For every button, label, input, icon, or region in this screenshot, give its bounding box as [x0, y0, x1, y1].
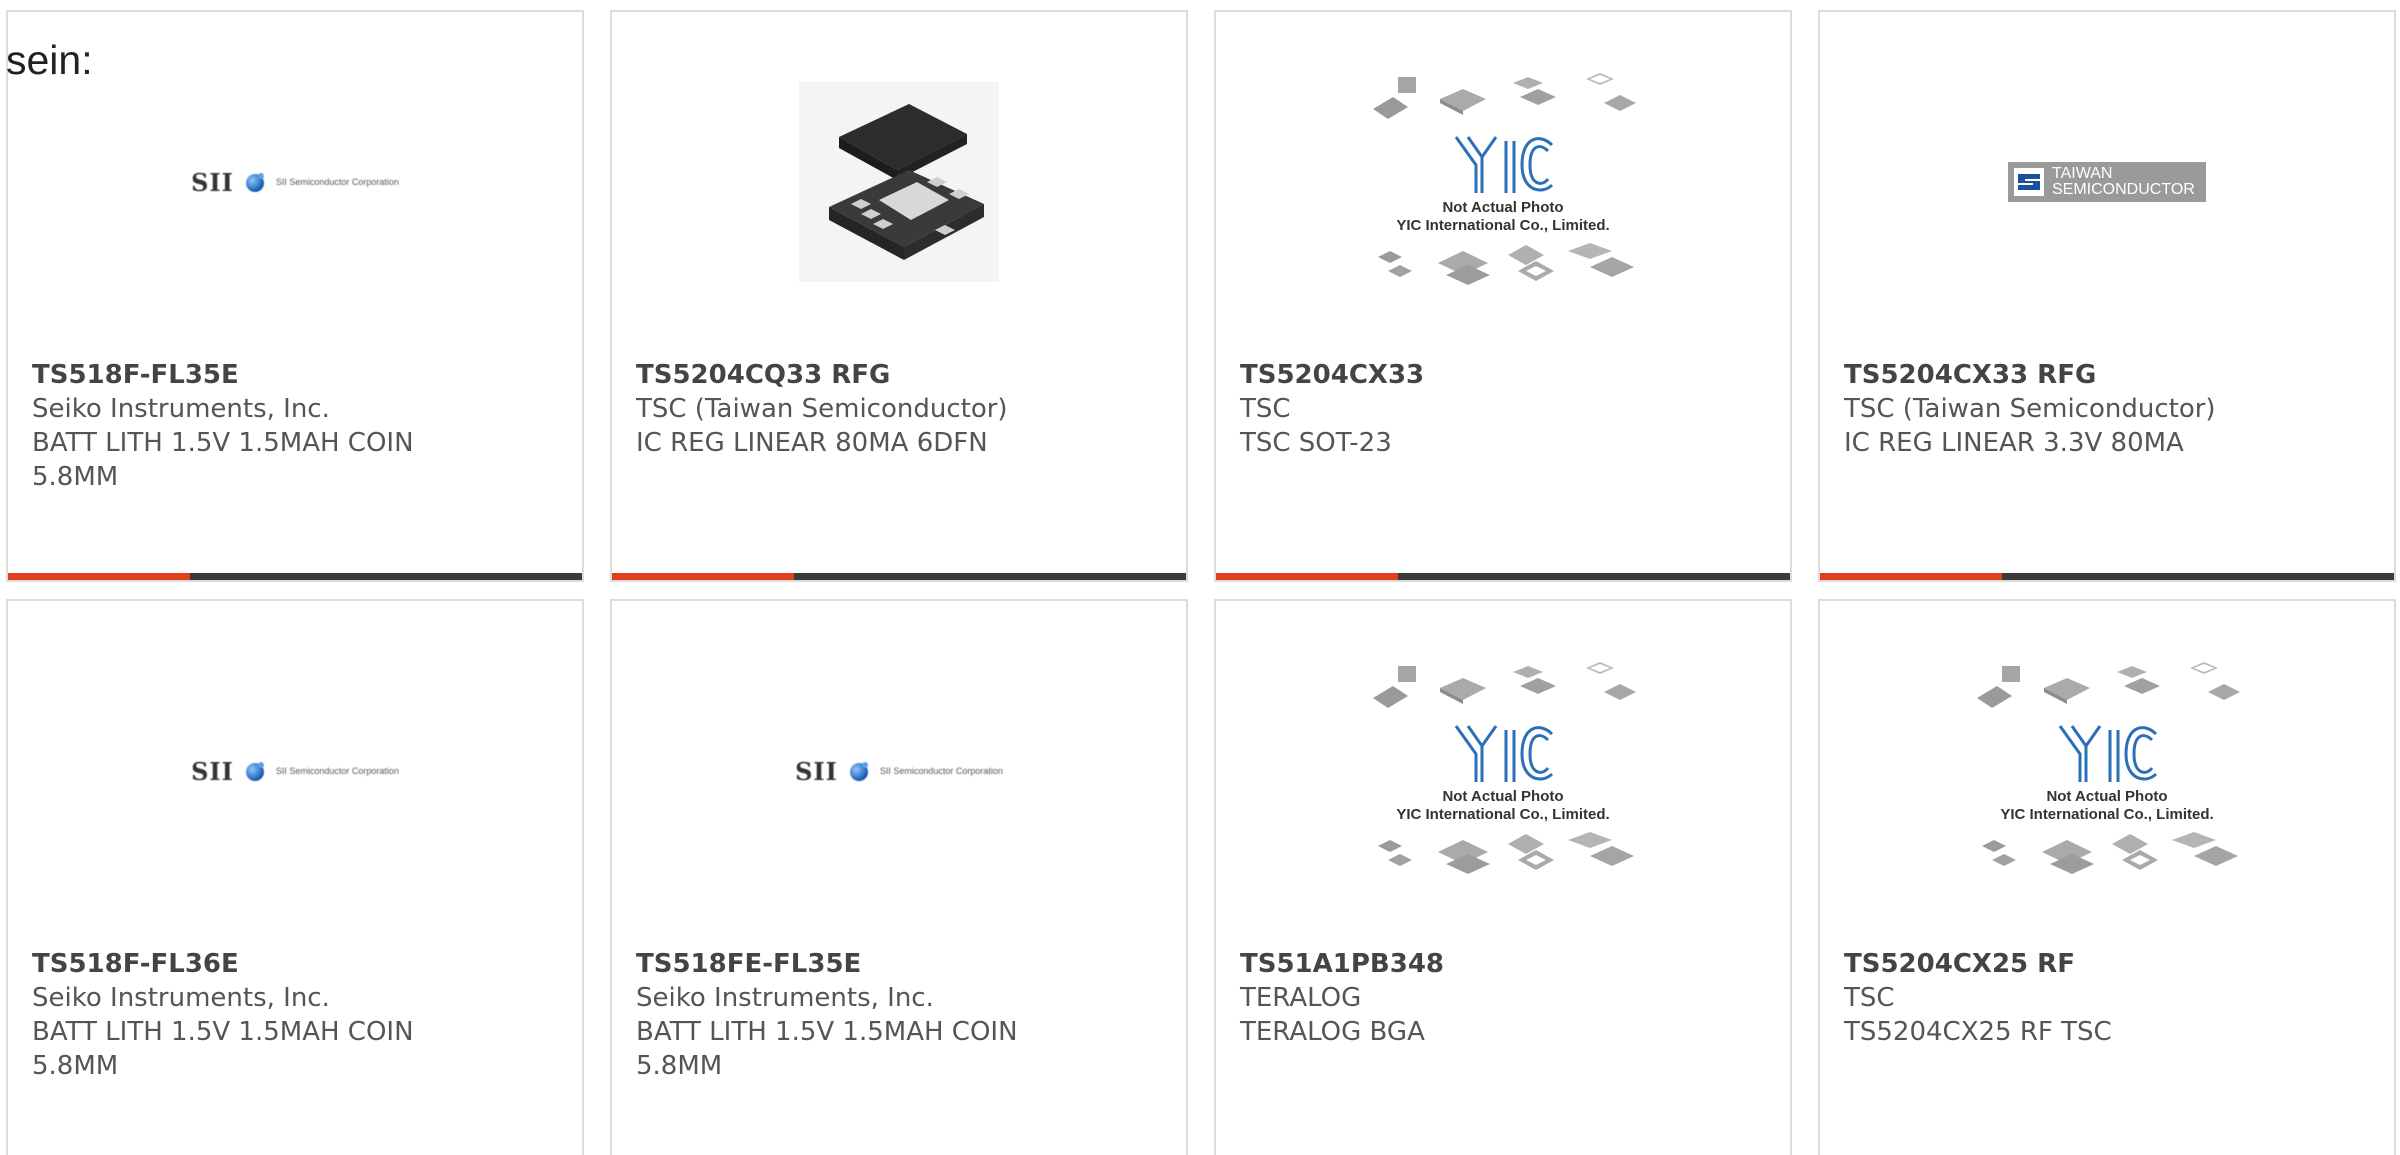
sii-corp-name: SII Semiconductor Corporation — [275, 177, 399, 187]
tsc-mark-icon — [2014, 168, 2044, 196]
product-card[interactable]: Not Actual Photo YIC International Co., … — [1214, 599, 1792, 1155]
product-part-number[interactable]: TS51A1PB348 — [1240, 947, 1770, 981]
product-image[interactable]: Not Actual Photo YIC International Co., … — [1216, 12, 1790, 352]
product-card[interactable]: SII SII Semiconductor Corporation TS518F… — [6, 599, 584, 1155]
chip-packages-bottom — [1378, 243, 1634, 285]
card-accent-bar — [1216, 573, 1398, 580]
product-image[interactable]: SII SII Semiconductor Corporation — [8, 601, 582, 941]
card-accent-bar — [1820, 573, 2002, 580]
product-part-number[interactable]: TS518F-FL36E — [32, 947, 562, 981]
yic-placeholder-image: Not Actual Photo YIC International Co., … — [1368, 69, 1638, 295]
product-part-number[interactable]: TS5204CX33 — [1240, 358, 1770, 392]
yic-placeholder-image: Not Actual Photo YIC International Co., … — [1972, 658, 2242, 884]
product-info: TS518F-FL36E Seiko Instruments, Inc. BATT … — [32, 947, 562, 1083]
product-info: TS518F-FL35E Seiko Instruments, Inc. BATT … — [32, 358, 562, 494]
product-manufacturer: Seiko Instruments, Inc. — [32, 983, 330, 1013]
product-description-cont: 5.8MM — [32, 462, 119, 492]
product-card[interactable]: TS5204CQ33 RFG TSC (Taiwan Semiconductor)… — [610, 10, 1188, 582]
product-image[interactable] — [612, 12, 1186, 352]
sii-corp-name: SII Semiconductor Corporation — [879, 766, 1003, 776]
product-image[interactable]: Not Actual Photo YIC International Co., … — [1216, 601, 1790, 941]
product-part-number[interactable]: TS5204CX25 RF — [1844, 947, 2374, 981]
product-description-cont: 5.8MM — [636, 1051, 723, 1081]
tsc-logo-text: TAIWAN SEMICONDUCTOR — [2052, 165, 2195, 198]
product-description: BATT LITH 1.5V 1.5MAH COIN — [636, 1017, 1018, 1047]
sii-mark: SII — [191, 167, 234, 197]
chip-packages-top — [1373, 662, 1636, 708]
product-description: IC REG LINEAR 80MA 6DFN — [636, 428, 988, 458]
product-description: TERALOG BGA — [1240, 1017, 1425, 1047]
card-bottom-bar — [1216, 573, 1790, 580]
product-image[interactable]: TAIWAN SEMICONDUCTOR — [1820, 12, 2394, 352]
dfn-package-photo — [799, 82, 999, 282]
card-bottom-bar — [612, 573, 1186, 580]
card-bottom-bar — [8, 573, 582, 580]
product-card[interactable]: TAIWAN SEMICONDUCTOR TS5204CX33 RFG TSC (T… — [1818, 10, 2396, 582]
card-bottom-bar — [1820, 573, 2394, 580]
product-part-number[interactable]: TS518FE-FL35E — [636, 947, 1166, 981]
product-info: TS5204CX25 RF TSC TS5204CX25 RF TSC — [1844, 947, 2374, 1049]
yic-logo-icon — [2058, 725, 2158, 782]
product-part-number[interactable]: TS5204CX33 RFG — [1844, 358, 2374, 392]
product-description-cont: 5.8MM — [32, 1051, 119, 1081]
placeholder-caption: Not Actual Photo YIC International Co., … — [1396, 199, 1610, 234]
tsc-logo: TAIWAN SEMICONDUCTOR — [2008, 162, 2206, 202]
product-description: IC REG LINEAR 3.3V 80MA — [1844, 428, 2184, 458]
product-manufacturer: TSC (Taiwan Semiconductor) — [636, 394, 1008, 424]
product-description: TS5204CX25 RF TSC — [1844, 1017, 2112, 1047]
sii-logo: SII SII Semiconductor Corporation — [191, 757, 399, 786]
product-part-number[interactable]: TS518F-FL35E — [32, 358, 562, 392]
chip-packages-top — [1977, 662, 2240, 708]
product-info: TS5204CQ33 RFG TSC (Taiwan Semiconductor)… — [636, 358, 1166, 460]
sii-logo: SII SII Semiconductor Corporation — [191, 168, 399, 197]
sii-mark: SII — [795, 756, 838, 786]
product-image[interactable]: SII SII Semiconductor Corporation — [612, 601, 1186, 941]
product-card[interactable]: Not Actual Photo YIC International Co., … — [1818, 599, 2396, 1155]
yic-placeholder-image: Not Actual Photo YIC International Co., … — [1368, 658, 1638, 884]
chip-packages-bottom — [1982, 832, 2238, 874]
product-info: TS5204CX33 TSC TSC SOT-23 — [1240, 358, 1770, 460]
product-card[interactable]: Not Actual Photo YIC International Co., … — [1214, 10, 1792, 582]
product-info: TS5204CX33 RFG TSC (Taiwan Semiconductor)… — [1844, 358, 2374, 460]
yic-logo-icon — [1454, 136, 1554, 193]
card-accent-bar — [612, 573, 794, 580]
sii-mark: SII — [191, 756, 234, 786]
card-accent-bar — [8, 573, 190, 580]
product-part-number[interactable]: TS5204CQ33 RFG — [636, 358, 1166, 392]
product-card[interactable]: SII SII Semiconductor Corporation TS518F… — [610, 599, 1188, 1155]
intro-text: sein: — [6, 37, 93, 83]
sii-corp-name: SII Semiconductor Corporation — [275, 766, 399, 776]
product-manufacturer: TSC (Taiwan Semiconductor) — [1844, 394, 2216, 424]
chip-packages-bottom — [1378, 832, 1634, 874]
product-description: BATT LITH 1.5V 1.5MAH COIN — [32, 428, 414, 458]
sii-globe-icon — [245, 762, 264, 781]
product-manufacturer: Seiko Instruments, Inc. — [636, 983, 934, 1013]
product-info: TS51A1PB348 TERALOG TERALOG BGA — [1240, 947, 1770, 1049]
product-manufacturer: TSC — [1240, 394, 1291, 424]
product-description: TSC SOT-23 — [1240, 428, 1392, 458]
product-manufacturer: TERALOG — [1240, 983, 1362, 1013]
product-description: BATT LITH 1.5V 1.5MAH COIN — [32, 1017, 414, 1047]
product-manufacturer: Seiko Instruments, Inc. — [32, 394, 330, 424]
yic-logo-icon — [1454, 725, 1554, 782]
sii-globe-icon — [245, 173, 264, 192]
product-card[interactable]: SII SII Semiconductor Corporation TS518F… — [6, 10, 584, 582]
product-info: TS518FE-FL35E Seiko Instruments, Inc. BATT… — [636, 947, 1166, 1083]
sii-globe-icon — [849, 762, 868, 781]
product-manufacturer: TSC — [1844, 983, 1895, 1013]
placeholder-caption: Not Actual Photo YIC International Co., … — [1396, 788, 1610, 823]
product-image[interactable]: SII SII Semiconductor Corporation — [8, 12, 582, 352]
placeholder-caption: Not Actual Photo YIC International Co., … — [2000, 788, 2214, 823]
sii-logo: SII SII Semiconductor Corporation — [795, 757, 1003, 786]
chip-packages-top — [1373, 73, 1636, 119]
product-grid: sein: SII SII Semiconductor Corporation … — [0, 0, 2400, 1155]
product-image[interactable]: Not Actual Photo YIC International Co., … — [1820, 601, 2394, 941]
